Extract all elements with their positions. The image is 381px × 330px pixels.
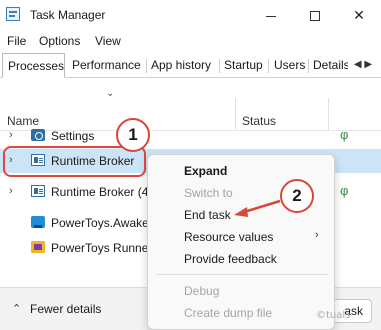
watermark: ©tuals bbox=[316, 310, 351, 321]
arrow-head-step-2 bbox=[234, 207, 248, 217]
arrow-step-2 bbox=[243, 199, 281, 214]
step-2-callout: 2 bbox=[280, 179, 314, 213]
step-1-callout: 1 bbox=[116, 118, 150, 152]
callout-arrows bbox=[234, 199, 281, 217]
